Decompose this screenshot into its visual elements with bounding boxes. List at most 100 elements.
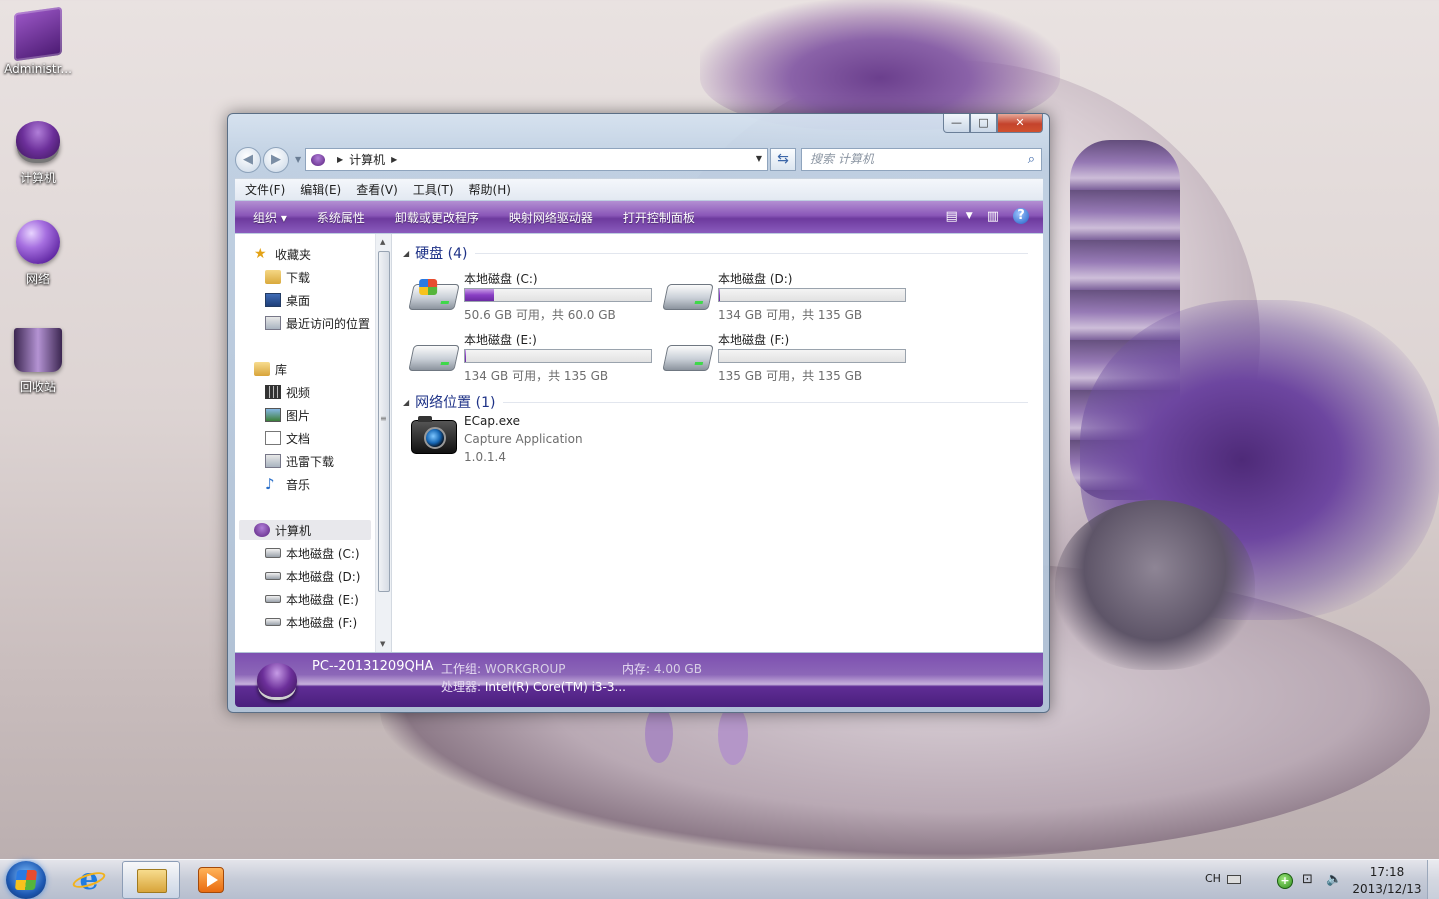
network-status-icon[interactable]: ⊡	[1302, 872, 1313, 887]
nav-drive-e[interactable]: 本地磁盘 (E:)	[265, 589, 359, 609]
show-desktop-button[interactable]	[1427, 860, 1439, 899]
recent-pages-dropdown[interactable]: ▼	[295, 155, 301, 164]
star-icon: ★	[254, 246, 267, 262]
nav-computer[interactable]: 计算机	[239, 520, 371, 540]
network-item-ecap[interactable]: ECap.exe Capture Application 1.0.1.4	[411, 414, 661, 474]
address-dropdown-icon[interactable]: ▼	[756, 154, 762, 163]
maximize-button[interactable]: □	[970, 114, 997, 133]
breadcrumb-computer[interactable]: 计算机	[349, 151, 385, 168]
keyboard-icon[interactable]	[1227, 875, 1241, 884]
scroll-up-arrow-icon[interactable]: ▲	[380, 238, 385, 246]
wallpaper-flower	[1080, 300, 1439, 620]
nav-downloads[interactable]: 下载	[265, 267, 310, 287]
volume-icon[interactable]: 🔈	[1326, 872, 1342, 887]
help-icon[interactable]: ?	[1013, 208, 1029, 224]
clock-time: 17:18	[1369, 865, 1405, 879]
clock[interactable]: 17:18 2013/12/13	[1346, 864, 1428, 898]
close-button[interactable]: ✕	[997, 114, 1043, 133]
drive-item-c[interactable]: 本地磁盘 (C:) 50.6 GB 可用，共 60.0 GB	[408, 270, 661, 326]
scrollbar-grip-icon: ≡	[380, 414, 387, 423]
taskbar-internet-explorer[interactable]: e	[70, 864, 108, 896]
network-item-description: Capture Application	[464, 432, 583, 446]
nav-libraries[interactable]: 库	[254, 359, 287, 379]
windows-drive-icon	[265, 548, 281, 558]
group-header-drives[interactable]: ◢ 硬盘 (4)	[403, 243, 1028, 263]
nav-favorites[interactable]: ★ 收藏夹	[254, 244, 311, 264]
map-network-drive-button[interactable]: 映射网络驱动器	[509, 209, 593, 226]
drive-item-f[interactable]: 本地磁盘 (F:) 135 GB 可用，共 135 GB	[662, 331, 915, 387]
wallpaper-petal	[645, 705, 673, 763]
menu-edit[interactable]: 编辑(E)	[300, 181, 341, 198]
scroll-down-arrow-icon[interactable]: ▼	[380, 640, 385, 648]
workgroup-info: 工作组: WORKGROUP	[441, 660, 566, 677]
navigation-scrollbar[interactable]: ▲ ≡ ▼	[375, 234, 392, 652]
desktop-icon-computer[interactable]: 计算机	[0, 117, 76, 186]
command-bar: 组织 ▾ 系统属性 卸载或更改程序 映射网络驱动器 打开控制面板 ▤ ▼ ▥ ?	[235, 201, 1043, 233]
change-view-icon[interactable]: ▤	[945, 209, 957, 224]
desktop-icon-network[interactable]: 网络	[0, 220, 76, 287]
uninstall-program-button[interactable]: 卸载或更改程序	[395, 209, 479, 226]
desktop-icon-label: 计算机	[19, 171, 56, 185]
menu-file[interactable]: 文件(F)	[245, 181, 285, 198]
nav-drive-c[interactable]: 本地磁盘 (C:)	[265, 543, 360, 563]
hard-drive-icon	[662, 284, 714, 310]
view-options-dropdown-icon[interactable]: ▼	[966, 211, 973, 221]
search-input[interactable]: 搜索 计算机 ⌕	[801, 148, 1042, 171]
security-app-icon[interactable]: +	[1277, 873, 1293, 889]
nav-documents[interactable]: 文档	[265, 428, 310, 448]
menu-tools[interactable]: 工具(T)	[413, 181, 454, 198]
computer-name: PC--20131209QHA	[312, 659, 434, 674]
taskbar: e CH + ⊡ 🔈 17:18 2013/12/13	[0, 859, 1439, 899]
navigation-bar: ◀ ▶ ▼ ▶ 计算机 ▶ ▼ ⇆ 搜索 计算机 ⌕	[235, 145, 1043, 173]
desktop-icon-label: Administr...	[4, 62, 72, 76]
memory-value: 4.00 GB	[653, 662, 702, 676]
nav-thunder-downloads[interactable]: 迅雷下载	[265, 451, 334, 471]
collapse-triangle-icon[interactable]: ◢	[403, 398, 409, 407]
refresh-button[interactable]: ⇆	[770, 148, 796, 171]
processor-info: 处理器: Intel(R) Core(TM) i3-3...	[441, 678, 626, 695]
desktop-icon-recycle-bin[interactable]: 回收站	[0, 328, 76, 395]
menu-help[interactable]: 帮助(H)	[469, 181, 511, 198]
collapse-triangle-icon[interactable]: ◢	[403, 249, 409, 258]
nav-drive-f[interactable]: 本地磁盘 (F:)	[265, 612, 357, 632]
preview-pane-icon[interactable]: ▥	[987, 209, 999, 224]
drive-name: 本地磁盘 (C:)	[464, 272, 538, 286]
desktop-icon-administrator[interactable]: Administr...	[0, 6, 76, 76]
start-button[interactable]	[6, 861, 46, 899]
breadcrumb-separator[interactable]: ▶	[337, 155, 343, 164]
camera-icon	[411, 416, 457, 454]
drive-item-e[interactable]: 本地磁盘 (E:) 134 GB 可用，共 135 GB	[408, 331, 661, 387]
taskbar-windows-explorer[interactable]	[122, 861, 180, 899]
open-control-panel-button[interactable]: 打开控制面板	[623, 209, 695, 226]
address-bar[interactable]: ▶ 计算机 ▶ ▼	[305, 148, 768, 171]
taskbar-media-player[interactable]	[198, 867, 224, 893]
nav-label: 下载	[286, 270, 311, 285]
nav-drive-d[interactable]: 本地磁盘 (D:)	[265, 566, 360, 586]
picture-library-icon	[265, 408, 281, 422]
system-properties-button[interactable]: 系统属性	[317, 209, 365, 226]
window-body: ★ 收藏夹 下载 桌面 最近访问的位置 库 视频 图片 文档 迅雷下载 ♪ 音乐…	[235, 234, 1043, 652]
group-header-network[interactable]: ◢ 网络位置 (1)	[403, 392, 1028, 412]
drive-usage-bar	[718, 288, 906, 302]
organize-button[interactable]: 组织 ▾	[253, 209, 287, 226]
forward-button[interactable]: ▶	[263, 147, 289, 173]
desktop-icon-label: 回收站	[19, 380, 56, 394]
language-indicator[interactable]: CH	[1205, 872, 1221, 885]
search-icon[interactable]: ⌕	[1028, 149, 1035, 170]
nav-label: 桌面	[286, 293, 311, 308]
nav-videos[interactable]: 视频	[265, 382, 310, 402]
wallpaper-beads	[1070, 140, 1180, 500]
menu-view[interactable]: 查看(V)	[356, 181, 398, 198]
nav-recent-places[interactable]: 最近访问的位置	[265, 313, 370, 333]
workgroup-value: WORKGROUP	[484, 662, 566, 676]
group-divider	[475, 252, 1028, 254]
memory-label: 内存:	[622, 662, 651, 676]
nav-music[interactable]: ♪ 音乐	[265, 474, 310, 494]
minimize-button[interactable]: —	[943, 114, 970, 133]
nav-pictures[interactable]: 图片	[265, 405, 310, 425]
nav-desktop[interactable]: 桌面	[265, 290, 310, 310]
windows-drive-icon	[408, 279, 460, 310]
back-button[interactable]: ◀	[235, 147, 261, 173]
breadcrumb-separator[interactable]: ▶	[391, 155, 397, 164]
drive-item-d[interactable]: 本地磁盘 (D:) 134 GB 可用，共 135 GB	[662, 270, 915, 326]
